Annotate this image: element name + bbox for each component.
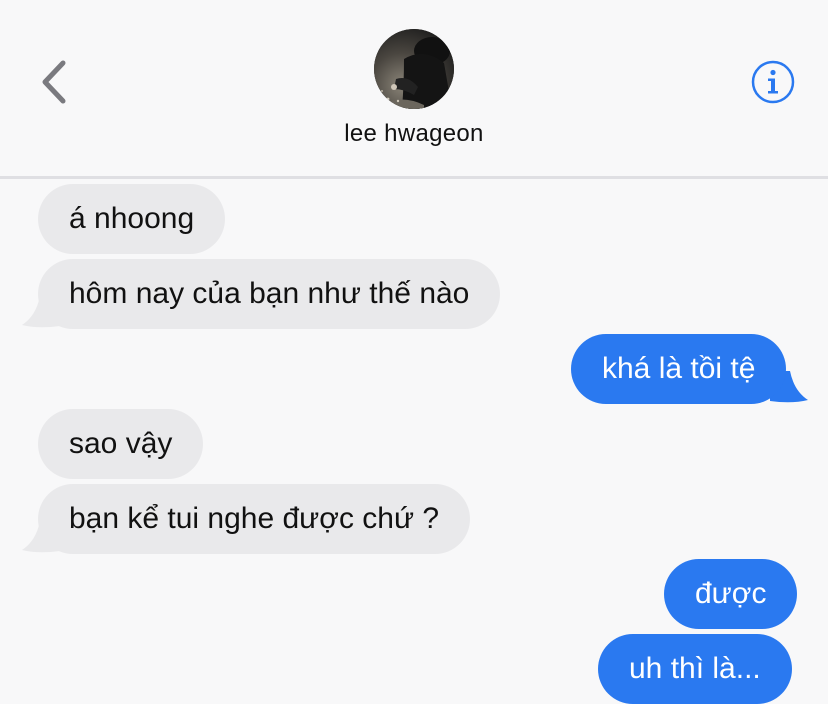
message-text: hôm nay của bạn như thế nào — [69, 277, 470, 310]
messages-app: lee hwageon á nhoong hôm nay của bạn như… — [0, 0, 828, 704]
conversation-header: lee hwageon — [0, 0, 828, 176]
contact-name[interactable]: lee hwageon — [0, 120, 828, 148]
message-bubble-incoming[interactable]: bạn kể tui nghe được chứ ? — [38, 484, 471, 554]
message-text: sao vậy — [69, 427, 173, 460]
message-text: khá là tồi tệ — [602, 352, 756, 385]
avatar-photo — [374, 29, 454, 109]
back-button[interactable] — [30, 56, 78, 108]
message-bubble-outgoing[interactable]: được — [664, 559, 798, 629]
message-text: á nhoong — [69, 202, 195, 235]
chevron-left-icon — [42, 60, 66, 104]
info-icon — [751, 60, 795, 104]
message-bubble-incoming[interactable]: hôm nay của bạn như thế nào — [38, 259, 501, 329]
message-text: uh thì là... — [629, 652, 761, 685]
message-bubble-incoming[interactable]: á nhoong — [38, 184, 226, 254]
message-bubble-outgoing[interactable]: khá là tồi tệ — [571, 334, 787, 404]
message-text: được — [695, 577, 767, 610]
message-bubble-outgoing[interactable]: uh thì là... — [598, 634, 792, 704]
info-button[interactable] — [751, 60, 795, 104]
header-divider — [0, 176, 828, 179]
avatar[interactable] — [374, 29, 454, 109]
message-text: bạn kể tui nghe được chứ ? — [69, 502, 440, 535]
message-bubble-incoming[interactable]: sao vậy — [38, 409, 204, 479]
